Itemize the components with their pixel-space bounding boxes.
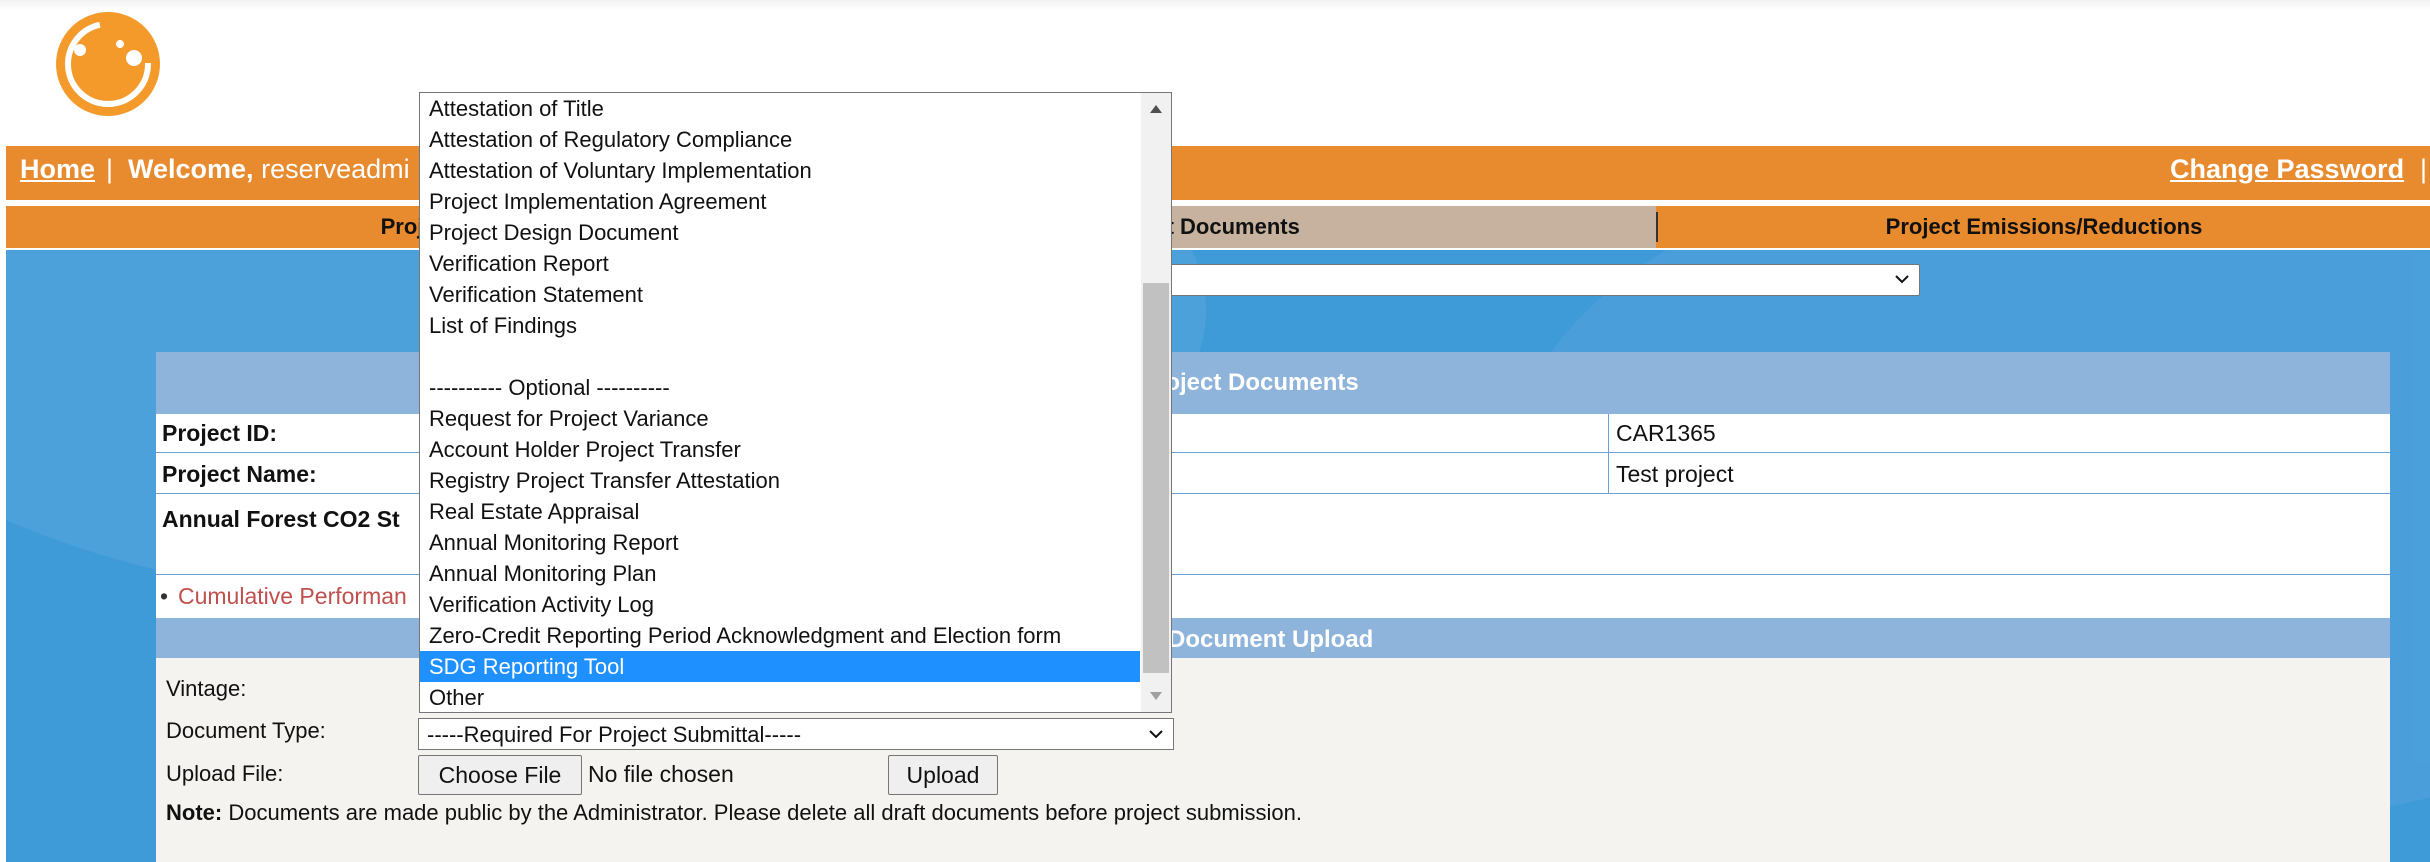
document-type-dropdown-list[interactable]: Attestation of Title Attestation of Regu… [419, 92, 1172, 713]
dropdown-optgroup-label: ---------- Optional ---------- [429, 375, 670, 400]
dropdown-option-blank[interactable] [420, 341, 1140, 372]
dropdown-option[interactable]: Attestation of Title [420, 93, 1140, 124]
dropdown-option[interactable]: Project Implementation Agreement [420, 186, 1140, 217]
dropdown-option[interactable]: Attestation of Voluntary Implementation [420, 155, 1140, 186]
annual-forest-label: Annual Forest CO2 St [162, 506, 400, 532]
dropdown-option[interactable]: Other [420, 682, 1140, 712]
document-type-select[interactable]: -----Required For Project Submittal----- [418, 718, 1174, 750]
panel-title: roject Documents [1156, 369, 1359, 396]
dropdown-option[interactable]: Annual Monitoring Plan [420, 558, 1140, 589]
dropdown-scrollbar[interactable] [1141, 93, 1171, 712]
top-nav: Home | Welcome, reserveadmi Change Passw… [6, 146, 2430, 200]
home-link[interactable]: Home [20, 154, 95, 185]
header [0, 0, 2430, 146]
dropdown-option[interactable]: Real Estate Appraisal [420, 496, 1140, 527]
document-type-label: Document Type: [166, 718, 326, 743]
dropdown-option[interactable]: Verification Statement [420, 279, 1140, 310]
nav-separator: | [106, 154, 114, 184]
tab-label: Project Emissions/Reductions [1885, 214, 2203, 239]
dropdown-option[interactable]: Verification Report [420, 248, 1140, 279]
upload-button[interactable]: Upload [888, 755, 998, 795]
dropdown-option[interactable]: Zero-Credit Reporting Period Acknowledgm… [420, 620, 1140, 651]
scrollbar-thumb[interactable] [1143, 283, 1169, 673]
divider [1608, 453, 1609, 493]
no-file-text: No file chosen [588, 761, 734, 787]
scroll-down-arrow-icon[interactable] [1150, 692, 1162, 700]
bullet: • [160, 583, 169, 609]
project-name-value: Test project [1616, 461, 1734, 487]
dropdown-option[interactable]: Annual Monitoring Report [420, 527, 1140, 558]
cumulative-performance-link[interactable]: Cumulative Performan [178, 583, 407, 610]
divider [1608, 414, 1609, 452]
choose-file-button[interactable]: Choose File [418, 755, 582, 795]
dropdown-option[interactable]: Attestation of Regulatory Compliance [420, 124, 1140, 155]
tab-project-emissions[interactable]: Project Emissions/Reductions [1658, 206, 2430, 248]
username: reserveadmi [261, 154, 410, 184]
project-id-label: Project ID: [162, 420, 278, 446]
dropdown-option[interactable]: Request for Project Variance [420, 403, 1140, 434]
note-body: Documents are made public by the Adminis… [222, 800, 1303, 825]
scroll-up-arrow-icon[interactable] [1150, 105, 1162, 113]
tab-bar: Project S ject Documents Project Emissio… [6, 206, 2430, 248]
nav-separator-right: | [2420, 154, 2428, 184]
chevron-down-icon [1149, 730, 1163, 739]
dropdown-option[interactable]: Project Design Document [420, 217, 1140, 248]
dropdown-option[interactable]: Account Holder Project Transfer [420, 434, 1140, 465]
note-label: Note: [166, 800, 223, 825]
upload-title: Document Upload [1168, 626, 1374, 653]
dropdown-option[interactable]: Registry Project Transfer Attestation [420, 465, 1140, 496]
dropdown-option[interactable]: Verification Activity Log [420, 589, 1140, 620]
tab-project-documents[interactable]: ject Documents [1136, 206, 1656, 248]
vintage-label: Vintage: [166, 676, 247, 701]
welcome-label: Welcome, [128, 154, 254, 184]
project-select[interactable] [1130, 264, 1920, 296]
dropdown-option-selected[interactable]: SDG Reporting Tool [420, 651, 1140, 682]
upload-file-label: Upload File: [166, 761, 284, 786]
document-type-value: -----Required For Project Submittal----- [427, 722, 802, 747]
dropdown-option[interactable]: List of Findings [420, 310, 1140, 341]
note-text: Note: Documents are made public by the A… [166, 800, 1302, 826]
tab-project-summary[interactable]: Project S [6, 206, 476, 248]
project-id-value: CAR1365 [1616, 420, 1716, 446]
project-name-label: Project Name: [162, 461, 317, 487]
welcome-text: Welcome, reserveadmi [128, 154, 410, 185]
change-password-link[interactable]: Change Password [2170, 154, 2404, 185]
chevron-down-icon [1895, 275, 1909, 284]
logo-icon [56, 12, 160, 116]
